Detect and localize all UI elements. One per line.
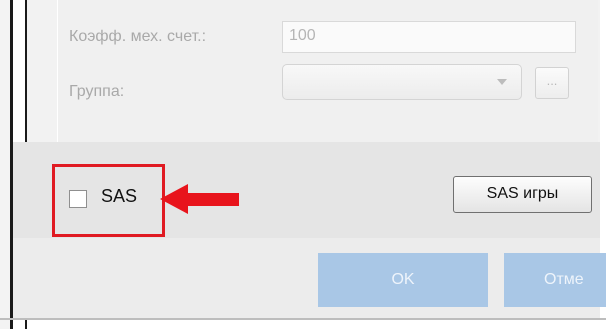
group-select[interactable]: [282, 64, 522, 100]
arrow-left-icon: [160, 184, 188, 214]
window-edge: [0, 0, 10, 329]
sas-games-button[interactable]: SAS игры: [453, 176, 592, 213]
highlight-box: [52, 164, 165, 237]
cancel-button[interactable]: Отме: [504, 253, 606, 307]
arrow-shaft: [187, 193, 239, 206]
ok-button[interactable]: OK: [318, 253, 488, 307]
sas-band-edge: [13, 142, 27, 238]
group-label: Группа:: [69, 83, 125, 100]
dialog-window: Коэфф. мех. счет.: 100 Группа: ... SAS S…: [0, 0, 606, 329]
coefficient-input[interactable]: 100: [282, 21, 576, 53]
chevron-down-icon: [497, 79, 507, 85]
group-browse-button[interactable]: ...: [535, 67, 569, 99]
coefficient-label: Коэфф. мех. счет.:: [69, 28, 207, 45]
window-border-bottom: [0, 318, 606, 320]
